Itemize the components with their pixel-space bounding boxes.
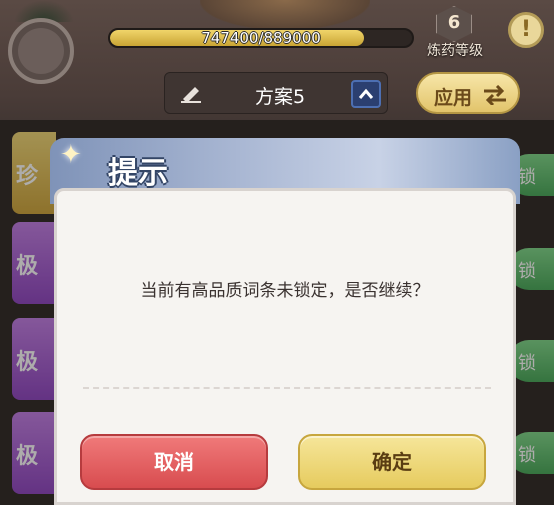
cancel-button[interactable]: 取消: [80, 434, 268, 490]
chevron-up-icon[interactable]: [351, 80, 381, 108]
apply-label: 应用: [434, 87, 473, 109]
creature-sprite: [200, 0, 370, 30]
plan-selector[interactable]: 方案5: [164, 72, 388, 114]
xp-text: 747400/889000: [201, 29, 321, 47]
pencil-icon[interactable]: [179, 85, 203, 103]
dialog-title: 提示: [108, 156, 168, 191]
swap-icon: [484, 85, 506, 105]
avatar-slot[interactable]: [8, 18, 74, 84]
xp-progress-bar: 747400/889000: [108, 28, 414, 48]
info-button[interactable]: !: [508, 12, 544, 48]
level-label: 炼药等级: [427, 43, 483, 59]
dialog-message: 当前有高品质词条未锁定，是否继续？: [140, 281, 430, 301]
apply-button[interactable]: 应用: [416, 72, 520, 114]
confirm-button[interactable]: 确定: [298, 434, 486, 490]
sparkle-icon: ✦: [60, 140, 82, 170]
dialog-divider: [83, 387, 491, 389]
level-number: 6: [447, 12, 461, 33]
plan-name: 方案5: [254, 86, 306, 108]
